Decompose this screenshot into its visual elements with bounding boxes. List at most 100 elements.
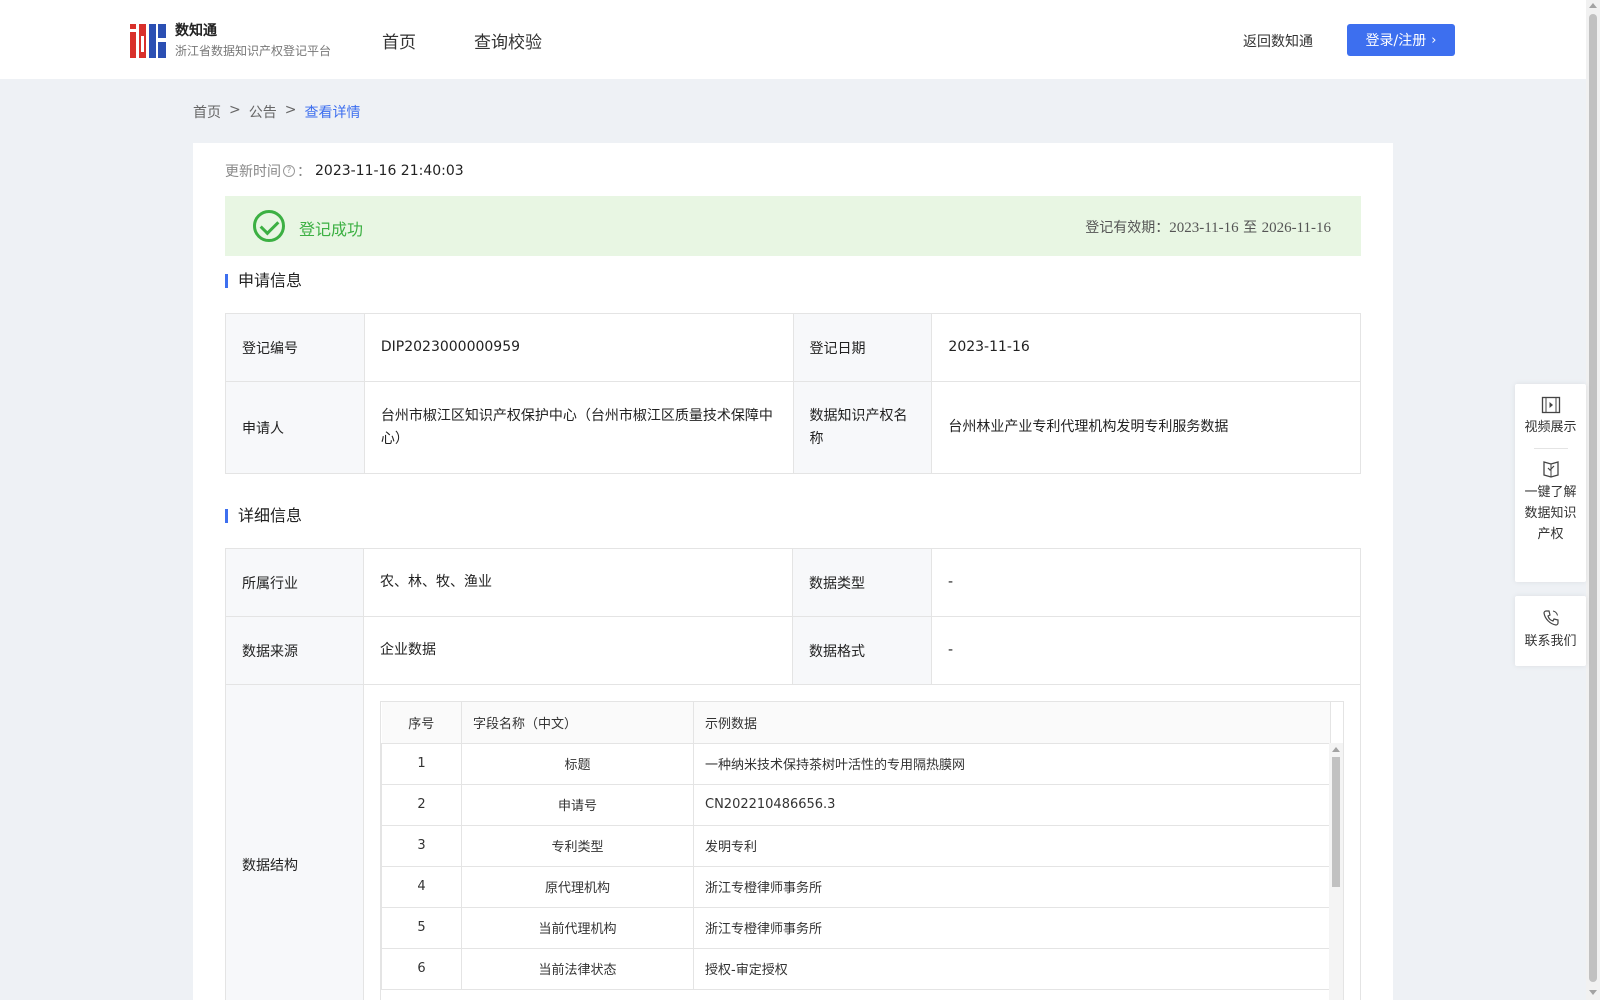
column-header-sample: 示例数据 — [693, 702, 1331, 744]
breadcrumb: 首页 > 公告 > 查看详情 — [193, 102, 360, 122]
login-register-button[interactable]: 登录/注册 › — [1347, 24, 1455, 56]
structure-header-row: 序号 字段名称（中文） 示例数据 — [381, 702, 1331, 744]
breadcrumb-announcement[interactable]: 公告 — [249, 102, 277, 122]
update-time-colon: ： — [297, 164, 311, 180]
page-scrollbar[interactable] — [1586, 0, 1600, 1000]
cell-sample: CN202210486656.3 — [693, 783, 1331, 826]
application-info-table: 登记编号 DIP2023000000959 登记日期 2023-11-16 申请… — [225, 313, 1361, 474]
update-time-value: 2023-11-16 21:40:03 — [315, 163, 464, 179]
validity-label: 登记有效期： — [1085, 220, 1170, 236]
side-divider — [1533, 448, 1568, 449]
contact-us-button[interactable]: 联系我们 — [1515, 608, 1586, 652]
table-row: 所属行业 农、林、牧、渔业 数据类型 - — [225, 548, 1361, 617]
table-row: 1 标题 一种纳米技术保持茶树叶活性的专用隔热膜网 — [381, 742, 1331, 785]
structure-table-scrollbar[interactable] — [1329, 743, 1343, 1000]
learn-data-ip-label: 一键了解数据知识产权 — [1524, 485, 1577, 542]
video-icon — [1541, 396, 1560, 414]
breadcrumb-separator: > — [284, 102, 297, 118]
cell-sample: 浙江专橙律师事务所 — [693, 906, 1331, 949]
table-row: 登记编号 DIP2023000000959 登记日期 2023-11-16 — [225, 313, 1361, 382]
source-value: 企业数据 — [363, 616, 793, 685]
structure-cell: 序号 字段名称（中文） 示例数据 1 标题 一种纳米技术保持茶树叶活性的专用隔热膜网… — [363, 684, 1361, 1000]
cell-index: 6 — [381, 947, 462, 990]
cell-index: 5 — [381, 906, 462, 949]
industry-value: 农、林、牧、渔业 — [363, 548, 793, 617]
brand-name: 数知通 — [175, 23, 217, 39]
applicant-value: 台州市椒江区知识产权保护中心（台州市椒江区质量技术保障中心） — [363, 381, 794, 474]
validity-start: 2023-11-16 — [1169, 220, 1239, 236]
ip-name-value: 台州林业产业专利代理机构发明专利服务数据 — [931, 381, 1361, 474]
scroll-up-arrow-icon[interactable] — [1332, 747, 1340, 752]
breadcrumb-home[interactable]: 首页 — [193, 102, 221, 122]
video-showcase-button[interactable]: 视频展示 — [1515, 396, 1586, 438]
video-showcase-label: 视频展示 — [1524, 420, 1577, 435]
section-title-detail: 详细信息 — [225, 508, 302, 524]
cell-sample: 一种纳米技术保持茶树叶活性的专用隔热膜网 — [693, 742, 1331, 785]
back-to-shuzhitong-link[interactable]: 返回数知通 — [1243, 31, 1313, 51]
help-question-icon[interactable]: ? — [283, 165, 295, 177]
scrollbar-thumb[interactable] — [1332, 757, 1340, 887]
top-navbar: 数知通 浙江省数据知识产权登记平台 首页 查询校验 返回数知通 登录/注册 › — [0, 0, 1586, 79]
cell-field-name: 原代理机构 — [461, 865, 694, 908]
structure-table: 序号 字段名称（中文） 示例数据 1 标题 一种纳米技术保持茶树叶活性的专用隔热膜网… — [381, 702, 1331, 990]
table-row: 3 专利类型 发明专利 — [381, 824, 1331, 867]
cell-index: 2 — [381, 783, 462, 826]
table-row: 数据结构 序号 字段名称（中文） 示例数据 1 标题 一种纳米技术保持茶树叶活性的专… — [225, 684, 1361, 1000]
update-time: 更新时间 ? ： 2023-11-16 21:40:03 — [225, 161, 464, 181]
format-value: - — [931, 616, 1361, 685]
cell-index: 3 — [381, 824, 462, 867]
detail-info-table: 所属行业 农、林、牧、渔业 数据类型 - 数据来源 企业数据 数据格式 - 数据… — [225, 548, 1361, 1000]
data-type-value: - — [931, 548, 1361, 617]
industry-label: 所属行业 — [225, 548, 364, 617]
ip-name-label: 数据知识产权名称 — [792, 381, 933, 474]
structure-label: 数据结构 — [225, 684, 364, 1000]
breadcrumb-current: 查看详情 — [304, 105, 361, 121]
table-row: 6 当前法律状态 授权-审定授权 — [381, 947, 1331, 990]
cell-field-name: 申请号 — [461, 783, 694, 826]
table-row: 5 当前代理机构 浙江专橙律师事务所 — [381, 906, 1331, 949]
section-title-application: 申请信息 — [225, 273, 302, 289]
table-row: 数据来源 企业数据 数据格式 - — [225, 616, 1361, 685]
success-check-icon — [253, 210, 285, 242]
column-header-index: 序号 — [381, 702, 462, 744]
book-icon — [1542, 461, 1559, 478]
scroll-up-arrow-icon[interactable] — [1589, 3, 1597, 8]
source-label: 数据来源 — [225, 616, 364, 685]
format-label: 数据格式 — [792, 616, 932, 685]
column-header-field-name: 字段名称（中文） — [461, 702, 694, 744]
update-time-label: 更新时间 — [225, 164, 281, 180]
breadcrumb-separator: > — [229, 102, 241, 118]
chevron-right-icon: › — [1431, 32, 1437, 48]
reg-no-value: DIP2023000000959 — [363, 313, 794, 382]
side-contact-panel: 联系我们 — [1515, 596, 1586, 666]
data-type-label: 数据类型 — [792, 548, 932, 617]
cell-sample: 浙江专橙律师事务所 — [693, 865, 1331, 908]
cell-field-name: 专利类型 — [461, 824, 694, 867]
validity-period: 登记有效期：2023-11-16 至 2026-11-16 — [1085, 217, 1331, 237]
learn-data-ip-button[interactable]: 一键了解数据知识产权 — [1515, 459, 1586, 545]
cell-sample: 发明专利 — [693, 824, 1331, 867]
logo-icon — [130, 24, 166, 58]
table-row: 4 原代理机构 浙江专橙律师事务所 — [381, 865, 1331, 908]
cell-index: 4 — [381, 865, 462, 908]
status-text: 登记成功 — [299, 220, 364, 239]
phone-icon — [1542, 610, 1559, 626]
login-register-label: 登录/注册 — [1365, 33, 1427, 49]
side-float-panel: 视频展示 一键了解数据知识产权 — [1515, 384, 1586, 582]
validity-separator: 至 — [1238, 220, 1262, 236]
reg-date-label: 登记日期 — [792, 313, 933, 382]
nav-home[interactable]: 首页 — [382, 28, 416, 53]
scroll-down-arrow-icon[interactable] — [1589, 990, 1597, 995]
cell-field-name: 当前代理机构 — [461, 906, 694, 949]
nav-query-verify[interactable]: 查询校验 — [474, 28, 542, 53]
cell-index: 1 — [381, 742, 462, 785]
table-row: 2 申请号 CN202210486656.3 — [381, 783, 1331, 826]
structure-table-container: 序号 字段名称（中文） 示例数据 1 标题 一种纳米技术保持茶树叶活性的专用隔热膜网… — [380, 701, 1344, 1000]
reg-no-label: 登记编号 — [225, 313, 365, 382]
scrollbar-thumb[interactable] — [1589, 14, 1597, 982]
cell-field-name: 标题 — [461, 742, 694, 785]
cell-field-name: 当前法律状态 — [461, 947, 694, 990]
validity-end: 2026-11-16 — [1261, 220, 1331, 236]
reg-date-value: 2023-11-16 — [931, 313, 1361, 382]
contact-us-label: 联系我们 — [1524, 634, 1577, 649]
